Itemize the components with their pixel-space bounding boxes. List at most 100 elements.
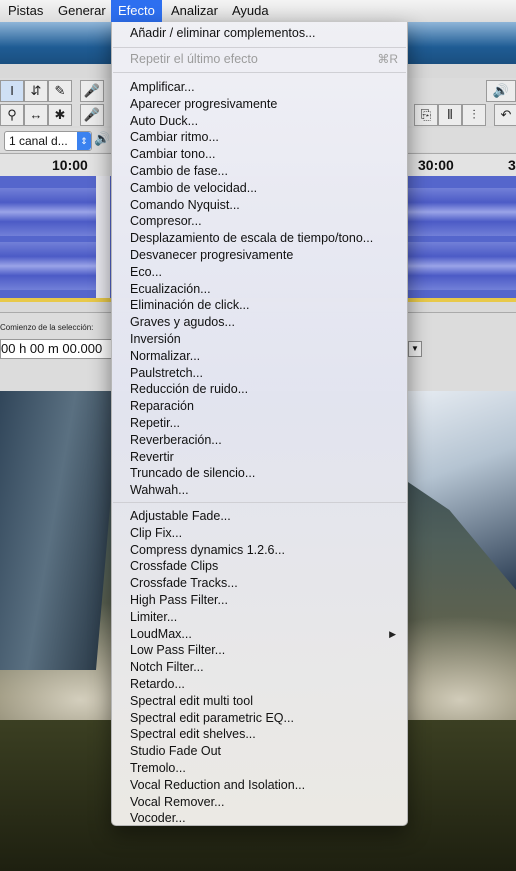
menu-item-label: Revertir xyxy=(130,450,174,464)
menu-item-plugin-effect[interactable]: Crossfade Clips xyxy=(112,558,407,575)
menu-pistas[interactable]: Pistas xyxy=(1,0,50,22)
menu-item-add-remove-plugins[interactable]: Añadir / eliminar complementos... xyxy=(112,25,407,42)
envelope-tool-icon[interactable]: ⇵ xyxy=(24,80,48,102)
menu-item-plugin-effect[interactable]: Spectral edit multi tool xyxy=(112,693,407,710)
menu-item-label: Retardo... xyxy=(130,677,185,691)
menu-item-effect[interactable]: Desvanecer progresivamente xyxy=(112,247,407,264)
menu-item-effect[interactable]: Cambio de velocidad... xyxy=(112,180,407,197)
undo-icon[interactable]: ↶ xyxy=(494,104,516,126)
menu-separator xyxy=(113,47,406,48)
channel-select-value: 1 canal d... xyxy=(9,134,68,148)
menu-item-label: Adjustable Fade... xyxy=(130,509,231,523)
menu-item-label: Reducción de ruido... xyxy=(130,382,249,396)
menu-item-plugin-effect[interactable]: Vocal Remover... xyxy=(112,794,407,811)
menu-item-label: Auto Duck... xyxy=(130,114,199,128)
speaker-icon[interactable]: 🔊 xyxy=(486,80,516,102)
menu-item-plugin-effect[interactable]: Spectral edit parametric EQ... xyxy=(112,710,407,727)
microphone-icon[interactable]: 🎤 xyxy=(80,80,104,102)
menu-item-label: Spectral edit parametric EQ... xyxy=(130,711,294,725)
menu-item-label: Wahwah... xyxy=(130,483,189,497)
menu-item-effect[interactable]: Wahwah... xyxy=(112,482,407,499)
menu-item-label: Vocal Remover... xyxy=(130,795,225,809)
menu-item-effect[interactable]: Cambio de fase... xyxy=(112,163,407,180)
menu-item-label: Eco... xyxy=(130,265,162,279)
menu-item-label: Cambiar ritmo... xyxy=(130,130,219,144)
menu-item-plugin-effect[interactable]: Low Pass Filter... xyxy=(112,642,407,659)
menu-separator xyxy=(113,502,406,503)
menu-item-plugin-effect[interactable]: Studio Fade Out xyxy=(112,743,407,760)
selection-start-label: Comienzo de la selección: xyxy=(0,323,94,332)
draw-tool-icon[interactable]: ✎ xyxy=(48,80,72,102)
menu-item-label: Graves y agudos... xyxy=(130,315,235,329)
menu-item-plugin-effect[interactable]: Limiter... xyxy=(112,609,407,626)
menu-item-effect[interactable]: Repetir... xyxy=(112,415,407,432)
menu-item-effect[interactable]: Reducción de ruido... xyxy=(112,381,407,398)
menu-item-plugin-effect[interactable]: Tremolo... xyxy=(112,760,407,777)
selection-tool-icon[interactable]: I xyxy=(0,80,24,102)
menu-item-label: Spectral edit shelves... xyxy=(130,727,256,741)
trim-icon[interactable]: ⫴ xyxy=(438,104,462,126)
menu-item-plugin-effect[interactable]: Adjustable Fade... xyxy=(112,508,407,525)
mic-level-icon[interactable]: 🎤 xyxy=(80,104,104,126)
timeshift-tool-icon[interactable]: ↔ xyxy=(24,104,48,126)
zoom-tool-icon[interactable]: ⚲ xyxy=(0,104,24,126)
menu-item-label: Aparecer progresivamente xyxy=(130,97,278,111)
menu-item-label: Comando Nyquist... xyxy=(130,198,240,212)
menu-item-effect[interactable]: Normalizar... xyxy=(112,348,407,365)
menu-item-label: Vocoder... xyxy=(130,811,186,825)
chevron-down-icon[interactable]: ▼ xyxy=(408,341,422,357)
menu-item-label: Tremolo... xyxy=(130,761,186,775)
menu-item-effect[interactable]: Truncado de silencio... xyxy=(112,465,407,482)
menu-item-plugin-effect[interactable]: LoudMax... ▶ xyxy=(112,626,407,643)
menu-item-label: High Pass Filter... xyxy=(130,593,228,607)
menu-item-plugin-effect[interactable]: Vocoder... xyxy=(112,810,407,827)
menu-item-effect[interactable]: Eco... xyxy=(112,264,407,281)
menu-item-repeat-last-effect[interactable]: Repetir el último efecto ⌘R xyxy=(112,51,407,68)
menu-separator xyxy=(113,72,406,73)
menu-item-label: Cambio de velocidad... xyxy=(130,181,258,195)
menu-item-effect[interactable]: Cambiar ritmo... xyxy=(112,129,407,146)
waveform-channel-right xyxy=(408,242,516,290)
menu-item-effect[interactable]: Paulstretch... xyxy=(112,365,407,382)
menu-item-label: Crossfade Tracks... xyxy=(130,576,238,590)
menu-item-effect[interactable]: Graves y agudos... xyxy=(112,314,407,331)
shortcut-label: ⌘R xyxy=(377,52,398,66)
menu-analizar[interactable]: Analizar xyxy=(164,0,225,22)
menu-item-plugin-effect[interactable]: High Pass Filter... xyxy=(112,592,407,609)
menu-item-plugin-effect[interactable]: Crossfade Tracks... xyxy=(112,575,407,592)
menu-item-effect[interactable]: Reparación xyxy=(112,398,407,415)
menu-efecto[interactable]: Efecto xyxy=(111,0,162,22)
copy-icon[interactable]: ⎘ xyxy=(414,104,438,126)
menu-item-effect[interactable]: Eliminación de click... xyxy=(112,297,407,314)
menu-item-effect[interactable]: Amplificar... xyxy=(112,79,407,96)
menu-item-effect[interactable]: Aparecer progresivamente xyxy=(112,96,407,113)
menu-item-effect[interactable]: Inversión xyxy=(112,331,407,348)
menu-item-plugin-effect[interactable]: Spectral edit shelves... xyxy=(112,726,407,743)
selection-start-time[interactable]: 00 h 00 m 00.000 xyxy=(0,339,112,359)
menu-item-label: Spectral edit multi tool xyxy=(130,694,253,708)
menu-item-label: Eliminación de click... xyxy=(130,298,250,312)
menu-item-effect[interactable]: Cambiar tono... xyxy=(112,146,407,163)
menu-item-label: Cambiar tono... xyxy=(130,147,216,161)
menu-item-effect[interactable]: Desplazamiento de escala de tiempo/tono.… xyxy=(112,230,407,247)
menu-item-effect[interactable]: Reverberación... xyxy=(112,432,407,449)
menu-item-effect[interactable]: Compresor... xyxy=(112,213,407,230)
menu-item-effect[interactable]: Comando Nyquist... xyxy=(112,197,407,214)
menu-item-plugin-effect[interactable]: Clip Fix... xyxy=(112,525,407,542)
menu-generar[interactable]: Generar xyxy=(51,0,113,22)
multi-tool-icon[interactable]: ✱ xyxy=(48,104,72,126)
channel-select[interactable]: 1 canal d... ⇕ xyxy=(4,131,92,151)
menu-item-effect[interactable]: Auto Duck... xyxy=(112,113,407,130)
menu-item-plugin-effect[interactable]: Notch Filter... xyxy=(112,659,407,676)
silence-icon[interactable]: ⫶ xyxy=(462,104,486,126)
menu-item-label: Inversión xyxy=(130,332,181,346)
menu-item-plugin-effect[interactable]: Vocal Reduction and Isolation... xyxy=(112,777,407,794)
menu-item-effect[interactable]: Revertir xyxy=(112,449,407,466)
menu-item-plugin-effect[interactable]: Retardo... xyxy=(112,676,407,693)
wallpaper-snowy-mountain xyxy=(405,390,516,590)
menu-item-plugin-effect[interactable]: Compress dynamics 1.2.6... xyxy=(112,542,407,559)
menu-item-effect[interactable]: Ecualización... xyxy=(112,281,407,298)
menu-item-label: Ecualización... xyxy=(130,282,211,296)
menu-ayuda[interactable]: Ayuda xyxy=(225,0,276,22)
menu-item-label: Desplazamiento de escala de tiempo/tono.… xyxy=(130,231,374,245)
